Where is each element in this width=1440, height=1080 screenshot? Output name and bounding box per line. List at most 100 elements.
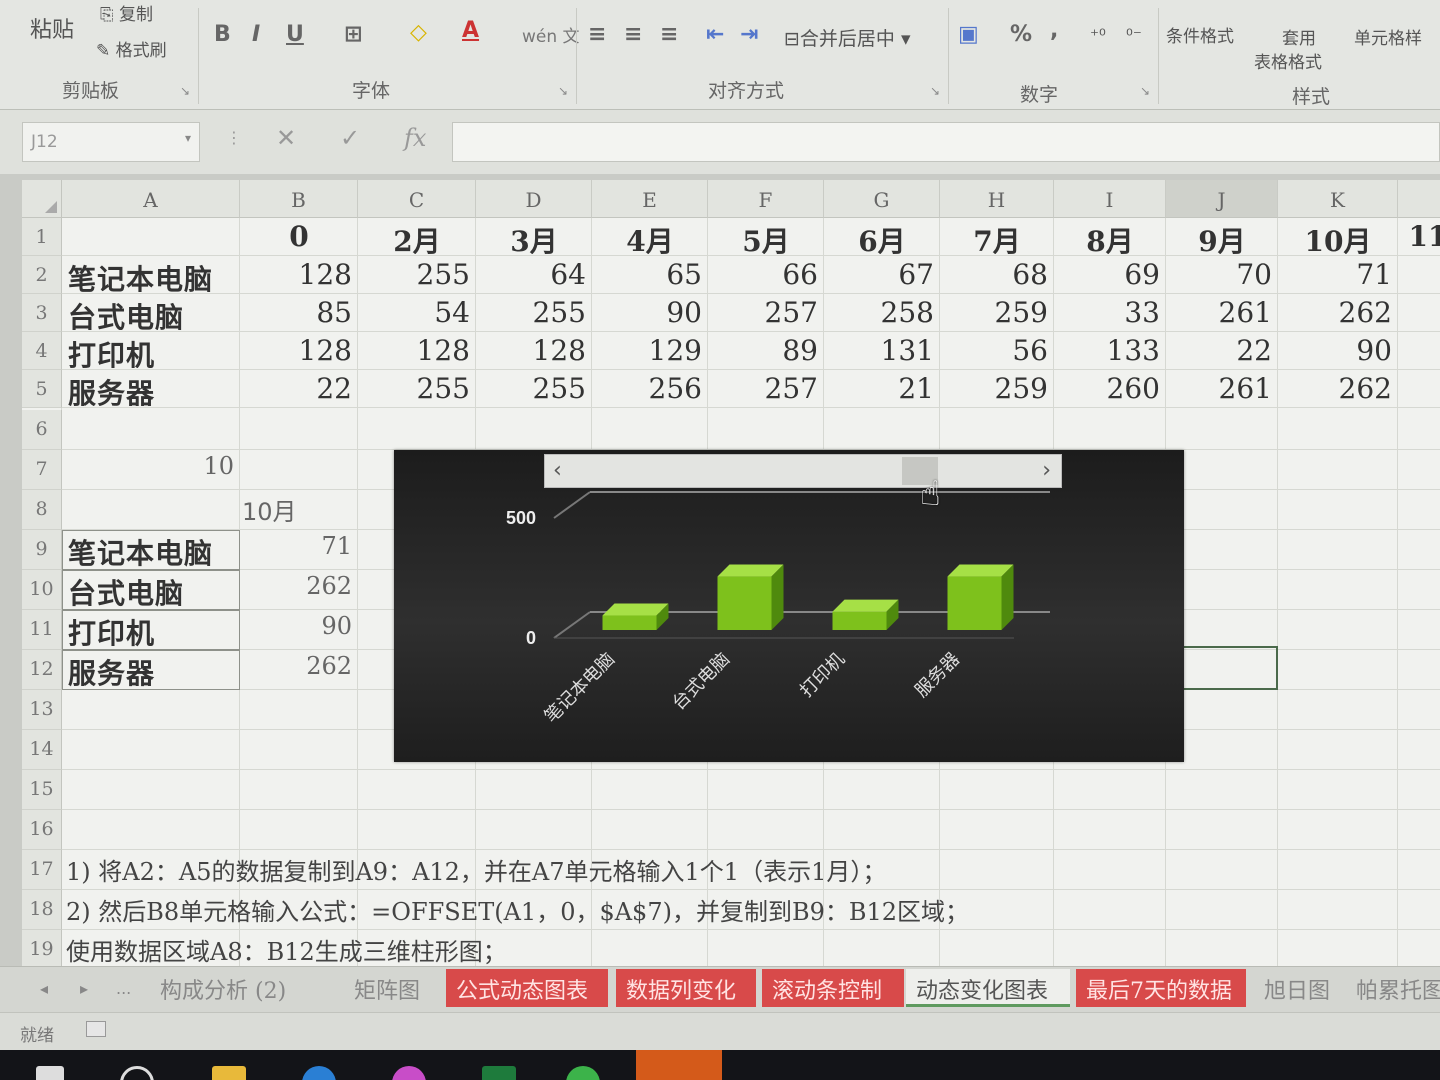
align-center-icon[interactable]: ≡ [624, 22, 642, 47]
chevron-down-icon[interactable]: ▾ [185, 131, 191, 145]
select-all-corner[interactable] [22, 180, 62, 218]
copy-button[interactable]: ⎘ 复制 [100, 0, 153, 25]
month-header-cell[interactable]: 3月 [482, 220, 586, 254]
tab-more-button[interactable]: ... [116, 979, 131, 998]
align-right-icon[interactable]: ≡ [660, 22, 678, 47]
align-left-icon[interactable]: ≡ [588, 22, 606, 47]
month-header-cell[interactable]: 11 [1404, 220, 1440, 254]
row-header[interactable]: 1 [22, 218, 62, 256]
row-header[interactable]: 19 [22, 930, 62, 970]
data-cell[interactable]: 128 [482, 334, 586, 368]
row-header[interactable]: 17 [22, 850, 62, 890]
merge-center-button[interactable]: ⊟合并后居中 ▾ [784, 24, 911, 51]
cell-styles-button[interactable]: 单元格样 [1354, 24, 1422, 49]
search-icon[interactable] [120, 1066, 154, 1080]
data-cell[interactable]: 256 [598, 372, 702, 406]
fill-color-icon[interactable]: ◇ [410, 20, 427, 45]
row-header[interactable]: 11 [22, 610, 62, 650]
decrease-indent-icon[interactable]: ⇤ [706, 22, 724, 47]
product-label-cell[interactable]: 服务器 [68, 372, 240, 406]
row-header[interactable]: 16 [22, 810, 62, 850]
data-cell[interactable]: 261 [1172, 372, 1272, 406]
sheet-tab[interactable]: 动态变化图表 [906, 969, 1070, 1007]
month-header-cell[interactable]: 2月 [364, 220, 470, 254]
active-app-icon[interactable] [636, 1050, 722, 1080]
data-cell[interactable]: 71 [1284, 258, 1392, 292]
column-header-k[interactable]: K [1278, 180, 1398, 218]
data-cell[interactable]: 255 [364, 258, 470, 292]
row-header[interactable]: 15 [22, 770, 62, 810]
data-cell[interactable]: 255 [482, 372, 586, 406]
row-header[interactable]: 9 [22, 530, 62, 570]
folder-icon[interactable] [212, 1066, 246, 1080]
app-icon[interactable] [392, 1066, 426, 1080]
increase-indent-icon[interactable]: ⇥ [740, 22, 758, 47]
data-cell[interactable]: 65 [598, 258, 702, 292]
data-cell[interactable]: 262 [1284, 372, 1392, 406]
data-cell[interactable]: 131 [830, 334, 934, 368]
month-header-cell[interactable]: 8月 [1060, 220, 1160, 254]
font-color-icon[interactable]: A [462, 18, 479, 43]
column-header-b[interactable]: B [240, 180, 358, 218]
month-header-cell[interactable]: 10月 [1284, 220, 1392, 254]
row-header[interactable]: 13 [22, 690, 62, 730]
underline-button[interactable]: U [286, 22, 304, 47]
data-cell[interactable]: 22 [246, 372, 352, 406]
data-cell[interactable]: 69 [1060, 258, 1160, 292]
column-header-e[interactable]: E [592, 180, 708, 218]
formula-input[interactable] [452, 122, 1440, 162]
percent-button[interactable]: % [1010, 22, 1032, 47]
data-cell[interactable]: 66 [714, 258, 818, 292]
excel-icon[interactable] [482, 1066, 516, 1080]
sheet-tab[interactable]: 数据列变化 [616, 969, 756, 1007]
month-header-cell[interactable]: 9月 [1172, 220, 1272, 254]
data-cell[interactable]: 33 [1060, 296, 1160, 330]
scroll-left-arrow[interactable]: ‹ [553, 458, 562, 483]
month-index-cell[interactable]: 10 [68, 452, 234, 488]
column-header-a[interactable]: A [62, 180, 240, 218]
increase-decimal-icon[interactable]: ⁺⁰ [1090, 26, 1106, 46]
conditional-format-button[interactable]: 条件格式 [1166, 22, 1234, 47]
column-header-l[interactable] [1398, 180, 1440, 218]
enter-icon[interactable]: ✓ [340, 124, 360, 152]
data-cell[interactable]: 54 [364, 296, 470, 330]
row-header[interactable]: 12 [22, 650, 62, 690]
summary-value-cell[interactable]: 262 [246, 572, 352, 608]
data-cell[interactable]: 259 [946, 372, 1048, 406]
tab-next-arrow[interactable]: ▸ [80, 979, 88, 998]
sheet-tab[interactable]: 最后7天的数据 [1076, 969, 1246, 1007]
row-header[interactable]: 14 [22, 730, 62, 770]
dialog-launcher-icon[interactable]: ↘ [180, 84, 190, 98]
row-header[interactable]: 7 [22, 450, 62, 490]
data-cell[interactable]: 56 [946, 334, 1048, 368]
row-header[interactable]: 8 [22, 490, 62, 530]
column-header-h[interactable]: H [940, 180, 1054, 218]
currency-icon[interactable]: ▣ [958, 22, 979, 47]
month-scrollbar[interactable]: ‹ › [544, 454, 1062, 488]
phonetic-icon[interactable]: wén 文 [522, 22, 580, 47]
column-header-i[interactable]: I [1054, 180, 1166, 218]
comma-button[interactable]: , [1050, 18, 1058, 43]
month-header-cell[interactable]: 6月 [830, 220, 934, 254]
data-cell[interactable]: 128 [246, 334, 352, 368]
data-cell[interactable]: 255 [482, 296, 586, 330]
data-cell[interactable]: 68 [946, 258, 1048, 292]
macro-record-icon[interactable] [86, 1021, 106, 1037]
border-icon[interactable]: ⊞ [344, 22, 362, 47]
sheet-tab[interactable]: 构成分析 (2) [150, 969, 318, 1007]
dialog-launcher-icon[interactable]: ↘ [1140, 84, 1150, 98]
data-cell[interactable]: 67 [830, 258, 934, 292]
data-cell[interactable]: 70 [1172, 258, 1272, 292]
sheet-tab[interactable]: 矩阵图 [344, 969, 436, 1007]
product-label-cell[interactable]: 台式电脑 [68, 296, 240, 330]
sheet-tab[interactable]: 帕累托图 [1346, 969, 1440, 1007]
data-cell[interactable]: 258 [830, 296, 934, 330]
column-header-f[interactable]: F [708, 180, 824, 218]
product-label-cell[interactable]: 打印机 [68, 334, 240, 368]
row-header[interactable]: 18 [22, 890, 62, 930]
row-header[interactable]: 10 [22, 570, 62, 610]
italic-button[interactable]: I [252, 22, 260, 47]
tab-prev-arrow[interactable]: ◂ [40, 979, 48, 998]
browser-icon[interactable] [302, 1066, 336, 1080]
data-cell[interactable]: 260 [1060, 372, 1160, 406]
